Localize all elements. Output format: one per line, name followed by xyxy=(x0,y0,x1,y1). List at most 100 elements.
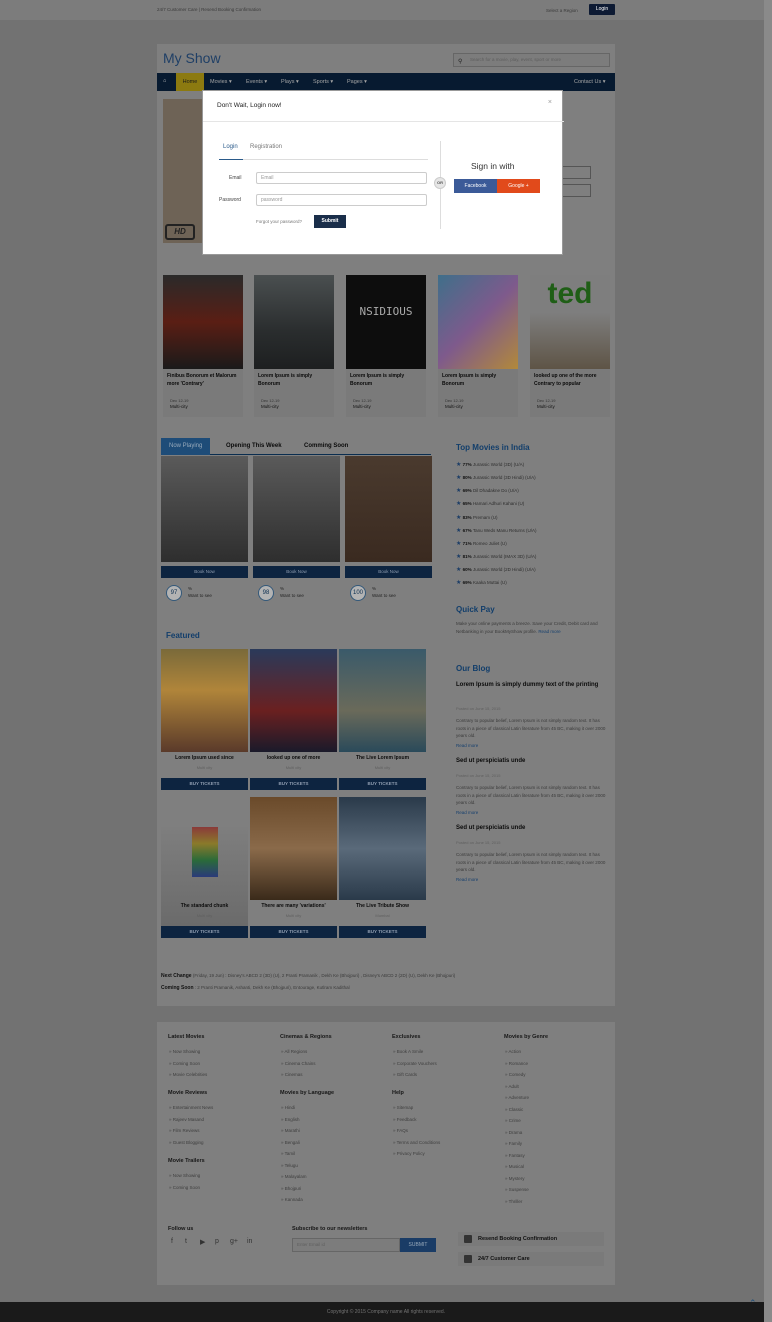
google-login-button[interactable]: Google + xyxy=(497,179,540,193)
tab-login[interactable]: Login xyxy=(223,144,238,150)
youtube-icon[interactable]: ▶ xyxy=(200,1238,205,1246)
movie-title: Lorem Ipsum is simply Bonorum xyxy=(350,373,405,387)
top-movie-item[interactable]: ★ 65% Hamari Adhuri Kahani (U) xyxy=(456,500,524,507)
featured-card[interactable]: Lorem Ipsum used since Multi city BUY TICK… xyxy=(161,649,248,791)
read-more-link[interactable]: Read more xyxy=(456,742,606,750)
tab-registration[interactable]: Registration xyxy=(250,144,282,150)
pinterest-icon[interactable]: p xyxy=(215,1238,219,1245)
hero-banner[interactable]: HD xyxy=(163,99,203,243)
nav-movies[interactable]: Movies ▾ xyxy=(210,79,232,85)
featured-card[interactable]: The Live Lorem Ipsum Multi city BUY TICKET… xyxy=(339,649,426,791)
star-icon: ★ xyxy=(456,515,462,521)
scrollbar[interactable] xyxy=(764,0,772,1322)
google-plus-icon[interactable]: g+ xyxy=(230,1238,238,1245)
buy-tickets-button[interactable]: BUY TICKETS xyxy=(250,778,337,790)
top-movies-heading: Top Movies in India xyxy=(456,443,530,452)
movie-date: Dec 12-19 xyxy=(170,398,189,403)
nav-contact-label[interactable]: Contact Us ▾ xyxy=(574,79,606,85)
movie-title: Lorem Ipsum is simply Bonorum xyxy=(442,373,497,387)
read-more-link[interactable]: Read more xyxy=(538,629,560,634)
top-movie-item[interactable]: ★ 80% Jurassic World (3D Hindi) (U/A) xyxy=(456,474,536,481)
customer-care-link[interactable]: 24/7 Customer Care xyxy=(458,1252,604,1266)
tab-coming-soon[interactable]: Comming Soon xyxy=(304,438,348,455)
book-now-button[interactable]: Book Now xyxy=(161,566,248,578)
select-dropdown-2[interactable] xyxy=(561,184,591,197)
blog-post-title[interactable]: Lorem Ipsum is simply dummy text of the … xyxy=(456,681,606,690)
movie-date: Dec 12-19 xyxy=(537,398,556,403)
email-field[interactable]: Email xyxy=(256,172,427,184)
resend-booking-link[interactable]: Resend Booking Confirmation xyxy=(458,1232,604,1246)
nav-sports[interactable]: Sports ▾ xyxy=(313,79,333,85)
featured-card[interactable]: looked up one of more Multi city BUY TICKE… xyxy=(250,649,337,791)
buy-tickets-button[interactable]: BUY TICKETS xyxy=(250,926,337,938)
top-links[interactable]: 24/7 Customer Care | Resend Booking Conf… xyxy=(157,7,261,12)
featured-card[interactable]: The Live Tribute Show Mumbai BUY TICKETS xyxy=(339,797,426,939)
twitter-icon[interactable]: t xyxy=(185,1238,187,1245)
buy-tickets-button[interactable]: BUY TICKETS xyxy=(161,778,248,790)
close-icon[interactable]: × xyxy=(548,99,552,106)
top-movie-item[interactable]: ★ 77% Jurassic World (3D) (U/A) xyxy=(456,461,524,468)
book-now-button[interactable]: Book Now xyxy=(345,566,432,578)
movie-card[interactable]: NSIDIOUS Lorem Ipsum is simply Bonorum Dec… xyxy=(346,275,426,417)
site-logo[interactable]: My Show xyxy=(163,50,221,66)
top-movie-item[interactable]: ★ 69% Dil Dhadakne Do (U/A) xyxy=(456,487,519,494)
select-dropdown-1[interactable] xyxy=(561,166,591,179)
top-movie-item[interactable]: ★ 71% Romeo Juliet (U) xyxy=(456,540,507,547)
blog-post-title[interactable]: Sed ut perspiciatis unde xyxy=(456,824,525,833)
hd-badge: HD xyxy=(165,224,195,240)
nav-home[interactable]: Home xyxy=(176,73,204,91)
book-now-button[interactable]: Book Now xyxy=(253,566,340,578)
now-playing-card[interactable]: Book Now 97% Want to see xyxy=(161,456,248,601)
search-input[interactable]: ⚲ Search for a movie, play, event, sport … xyxy=(453,53,610,67)
top-movie-item[interactable]: ★ 60% Jurassic World (2D Hindi) (U/A) xyxy=(456,566,536,573)
movie-card[interactable]: ted looked up one of the more Contrary to… xyxy=(530,275,610,417)
movie-date: Dec 12-19 xyxy=(353,398,372,403)
movie-card[interactable]: Lorem Ipsum is simply Bonorum Dec 12-19 Mu… xyxy=(438,275,518,417)
blog-post-text: Contrary to popular belief, Lorem Ipsum … xyxy=(456,852,606,872)
featured-card[interactable]: There are many 'variations' Multi city BUY… xyxy=(250,797,337,939)
movie-poster xyxy=(254,275,334,369)
read-more-link[interactable]: Read more xyxy=(456,809,606,817)
buy-tickets-button[interactable]: BUY TICKETS xyxy=(161,926,248,938)
facebook-login-button[interactable]: Facebook xyxy=(454,179,497,193)
featured-heading: Featured xyxy=(166,631,200,640)
score-circle: 100 xyxy=(350,585,366,601)
movie-date: Dec 12-19 xyxy=(445,398,464,403)
facebook-icon[interactable]: f xyxy=(171,1238,173,1245)
read-more-link[interactable]: Read more xyxy=(456,876,606,884)
tab-now-playing[interactable]: Now Playing xyxy=(161,438,211,455)
buy-tickets-button[interactable]: BUY TICKETS xyxy=(339,778,426,790)
top-movie-item[interactable]: ★ 83% Premam (U) xyxy=(456,514,497,521)
movie-title: looked up one of the more Contrary to po… xyxy=(534,373,597,387)
scroll-top-icon[interactable]: ⌃ xyxy=(749,1298,759,1308)
region-select[interactable]: Select a Region xyxy=(546,8,578,13)
footer-heading: Help xyxy=(392,1090,404,1096)
footer-heading: Cinemas & Regions xyxy=(280,1034,332,1040)
nav-pages[interactable]: Pages ▾ xyxy=(347,79,367,85)
forgot-password-link[interactable]: Forgot your password? xyxy=(256,219,302,224)
home-icon[interactable]: ⌂ xyxy=(163,78,166,84)
newsletter-submit-button[interactable]: SUBMIT xyxy=(400,1238,436,1252)
top-movie-item[interactable]: ★ 69% Kaaka Muttai (U) xyxy=(456,579,507,586)
movie-card[interactable]: Lorem Ipsum is simply Bonorum Dec 12-19 Mu… xyxy=(254,275,334,417)
linkedin-icon[interactable]: in xyxy=(247,1238,252,1245)
submit-button[interactable]: Submit xyxy=(314,215,346,228)
blog-post-title[interactable]: Sed ut perspiciatis unde xyxy=(456,757,525,766)
top-movie-item[interactable]: ★ 81% Jurassic World (IMAX 3D) (U/A) xyxy=(456,553,536,560)
password-field[interactable]: password xyxy=(256,194,427,206)
nav-plays[interactable]: Plays ▾ xyxy=(281,79,299,85)
nav-events[interactable]: Events ▾ xyxy=(246,79,267,85)
login-button[interactable]: Login xyxy=(589,4,615,15)
next-change-ticker: Next Change (Friday, 19 Jun) : Disney's … xyxy=(161,973,456,979)
movie-poster xyxy=(339,797,426,900)
featured-card[interactable]: The standard chunk Multi city BUY TICKETS xyxy=(161,797,248,939)
movie-poster: ted xyxy=(530,275,610,369)
now-playing-card[interactable]: Book Now 98% Want to see xyxy=(253,456,340,601)
newsletter-email-input[interactable]: Enter Email id xyxy=(292,1238,400,1252)
top-movie-item[interactable]: ★ 67% Tanu Weds Manu Returns (U/A) xyxy=(456,527,537,534)
movie-card[interactable]: Finibus Bonorum et Malorum more 'Contrar… xyxy=(163,275,243,417)
password-label: Password xyxy=(219,197,241,203)
buy-tickets-button[interactable]: BUY TICKETS xyxy=(339,926,426,938)
tab-opening[interactable]: Opening This Week xyxy=(226,438,282,455)
now-playing-card[interactable]: Book Now 100% Want to see xyxy=(345,456,432,601)
